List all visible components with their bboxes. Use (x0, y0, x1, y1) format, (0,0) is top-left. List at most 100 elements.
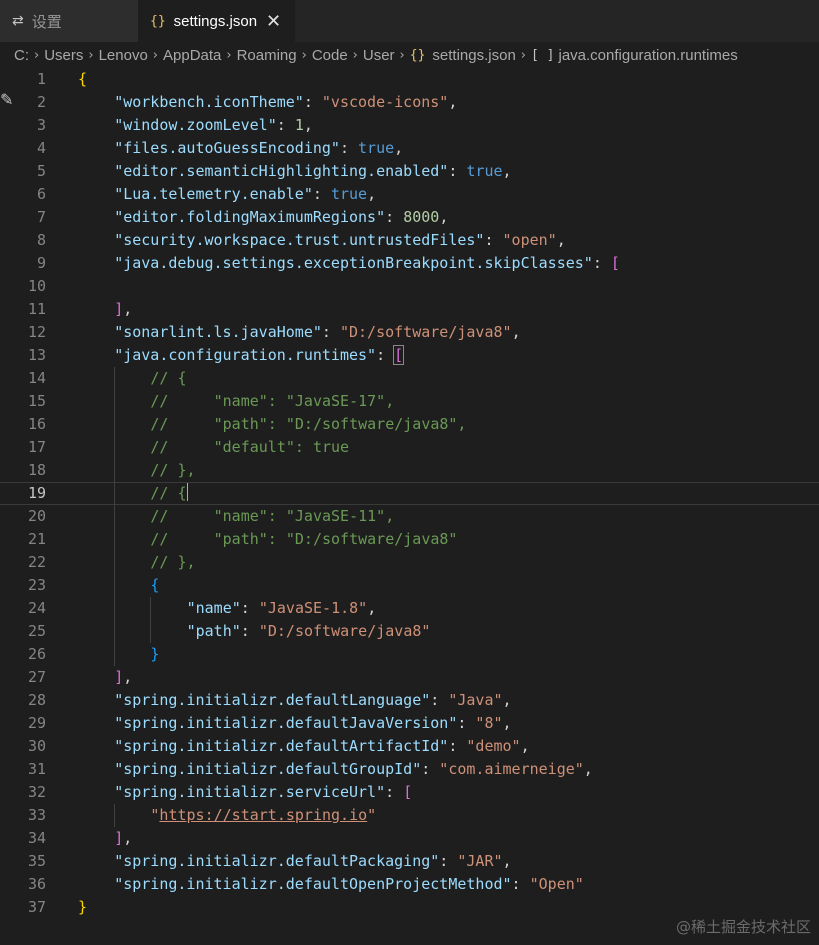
code-line[interactable]: 34], (0, 827, 819, 850)
code-line[interactable]: 32 "spring.initializr.serviceUrl": [ (0, 781, 819, 804)
code-text[interactable]: "spring.initializr.defaultPackaging": "J… (114, 850, 511, 873)
code-editor[interactable]: ✎ 1{2 "workbench.iconTheme": "vscode-icon… (0, 68, 819, 945)
code-line[interactable]: 33 "https://start.spring.io" (0, 804, 819, 827)
tab-settings[interactable]: ⇄ 设置 (0, 0, 138, 42)
code-line[interactable]: 19 // { (0, 482, 819, 505)
breadcrumb-appdata[interactable]: AppData (163, 47, 221, 64)
code-text[interactable]: "window.zoomLevel": 1, (114, 114, 313, 137)
line-number: 30 (27, 737, 46, 755)
code-line[interactable]: 25 "path": "D:/software/java8" (0, 620, 819, 643)
close-tab-icon[interactable]: ✕ (266, 11, 281, 32)
code-line[interactable]: 26} (0, 643, 819, 666)
code-line[interactable]: 29 "spring.initializr.defaultJavaVersion"… (0, 712, 819, 735)
code-line[interactable]: 36 "spring.initializr.defaultOpenProjectM… (0, 873, 819, 896)
line-number: 13 (27, 346, 46, 364)
code-text[interactable]: // "path": "D:/software/java8" (150, 528, 457, 551)
code-line[interactable]: 27], (0, 666, 819, 689)
code-line[interactable]: 14 // { (0, 367, 819, 390)
code-line[interactable]: 16 // "path": "D:/software/java8", (0, 413, 819, 436)
code-text[interactable]: { (150, 574, 159, 597)
code-text[interactable]: "workbench.iconTheme": "vscode-icons", (114, 91, 457, 114)
breadcrumb-users[interactable]: Users (44, 47, 83, 64)
breadcrumb-lenovo[interactable]: Lenovo (99, 47, 148, 64)
code-text[interactable]: "files.autoGuessEncoding": true, (114, 137, 403, 160)
code-text[interactable]: "editor.foldingMaximumRegions": 8000, (114, 206, 448, 229)
code-line[interactable]: 12 "sonarlint.ls.javaHome": "D:/software/… (0, 321, 819, 344)
code-text[interactable]: // }, (150, 551, 195, 574)
code-line[interactable]: 22 // }, (0, 551, 819, 574)
line-number: 29 (27, 714, 46, 732)
code-line[interactable]: 5 "editor.semanticHighlighting.enabled": … (0, 160, 819, 183)
code-line[interactable]: 23 { (0, 574, 819, 597)
code-line[interactable]: 15 // "name": "JavaSE-17", (0, 390, 819, 413)
breadcrumb-drive[interactable]: C: (14, 47, 29, 64)
code-text[interactable]: ], (114, 298, 132, 321)
code-text[interactable]: "spring.initializr.defaultLanguage": "Ja… (114, 689, 511, 712)
code-line[interactable]: 18 // }, (0, 459, 819, 482)
code-line[interactable]: 2 "workbench.iconTheme": "vscode-icons", (0, 91, 819, 114)
code-line[interactable]: 6 "Lua.telemetry.enable": true, (0, 183, 819, 206)
code-text[interactable]: // "name": "JavaSE-17", (150, 390, 394, 413)
code-text[interactable]: ], (114, 827, 132, 850)
breadcrumb-roaming[interactable]: Roaming (237, 47, 297, 64)
code-text[interactable]: "name": "JavaSE-1.8", (187, 597, 377, 620)
line-number: 15 (27, 392, 46, 410)
line-number: 12 (27, 323, 46, 341)
code-text[interactable]: "spring.initializr.defaultArtifactId": "… (114, 735, 529, 758)
code-text[interactable]: // "path": "D:/software/java8", (150, 413, 466, 436)
code-text[interactable]: // { (150, 482, 188, 505)
code-text[interactable]: "editor.semanticHighlighting.enabled": t… (114, 160, 511, 183)
code-line[interactable]: 10 (0, 275, 819, 298)
code-line[interactable]: 9 "java.debug.settings.exceptionBreakpoin… (0, 252, 819, 275)
code-line[interactable]: 13 "java.configuration.runtimes": [ (0, 344, 819, 367)
code-text[interactable]: // }, (150, 459, 195, 482)
code-text[interactable]: } (78, 896, 87, 919)
code-line[interactable]: 28 "spring.initializr.defaultLanguage": "… (0, 689, 819, 712)
code-text[interactable]: ], (114, 666, 132, 689)
tab-settings-json[interactable]: {} settings.json ✕ (138, 0, 295, 42)
code-line[interactable]: 11], (0, 298, 819, 321)
line-number: 27 (27, 668, 46, 686)
code-text[interactable]: "https://start.spring.io" (150, 804, 376, 827)
breadcrumb-user[interactable]: User (363, 47, 395, 64)
breadcrumb-symbol[interactable]: java.configuration.runtimes (558, 47, 737, 64)
line-number: 6 (36, 185, 46, 203)
line-number: 18 (27, 461, 46, 479)
breadcrumb-file[interactable]: settings.json (432, 47, 515, 64)
code-line[interactable]: 17 // "default": true (0, 436, 819, 459)
code-line[interactable]: 3 "window.zoomLevel": 1, (0, 114, 819, 137)
code-text[interactable]: // "default": true (150, 436, 349, 459)
code-text[interactable]: "spring.initializr.defaultJavaVersion": … (114, 712, 511, 735)
breadcrumb-code[interactable]: Code (312, 47, 348, 64)
indent-guide (114, 459, 116, 482)
code-text[interactable]: "spring.initializr.serviceUrl": [ (114, 781, 412, 804)
code-line[interactable]: 21 // "path": "D:/software/java8" (0, 528, 819, 551)
code-line[interactable]: 8 "security.workspace.trust.untrustedFile… (0, 229, 819, 252)
code-text[interactable]: "java.configuration.runtimes": [ (114, 344, 405, 367)
code-line[interactable]: 30 "spring.initializr.defaultArtifactId":… (0, 735, 819, 758)
code-text[interactable]: "spring.initializr.defaultOpenProjectMet… (114, 873, 584, 896)
code-text[interactable]: "path": "D:/software/java8" (187, 620, 431, 643)
indent-guide (114, 367, 116, 390)
code-line[interactable]: 35 "spring.initializr.defaultPackaging": … (0, 850, 819, 873)
code-line[interactable]: 4 "files.autoGuessEncoding": true, (0, 137, 819, 160)
code-text[interactable]: "spring.initializr.defaultGroupId": "com… (114, 758, 593, 781)
code-text[interactable]: } (150, 643, 159, 666)
line-number: 1 (36, 70, 46, 88)
line-number: 20 (27, 507, 46, 525)
code-line[interactable]: 20 // "name": "JavaSE-11", (0, 505, 819, 528)
code-text[interactable]: "Lua.telemetry.enable": true, (114, 183, 376, 206)
code-text[interactable]: // "name": "JavaSE-11", (150, 505, 394, 528)
line-number: 26 (27, 645, 46, 663)
code-line[interactable]: 31 "spring.initializr.defaultGroupId": "c… (0, 758, 819, 781)
code-text[interactable]: // { (150, 367, 186, 390)
code-text[interactable]: { (78, 68, 87, 91)
chevron-right-icon: › (399, 47, 405, 63)
code-text[interactable]: "security.workspace.trust.untrustedFiles… (114, 229, 566, 252)
indent-guide (114, 643, 116, 666)
code-line[interactable]: 7 "editor.foldingMaximumRegions": 8000, (0, 206, 819, 229)
code-text[interactable]: "java.debug.settings.exceptionBreakpoint… (114, 252, 620, 275)
code-text[interactable]: "sonarlint.ls.javaHome": "D:/software/ja… (114, 321, 520, 344)
code-line[interactable]: 24 "name": "JavaSE-1.8", (0, 597, 819, 620)
code-line[interactable]: 1{ (0, 68, 819, 91)
